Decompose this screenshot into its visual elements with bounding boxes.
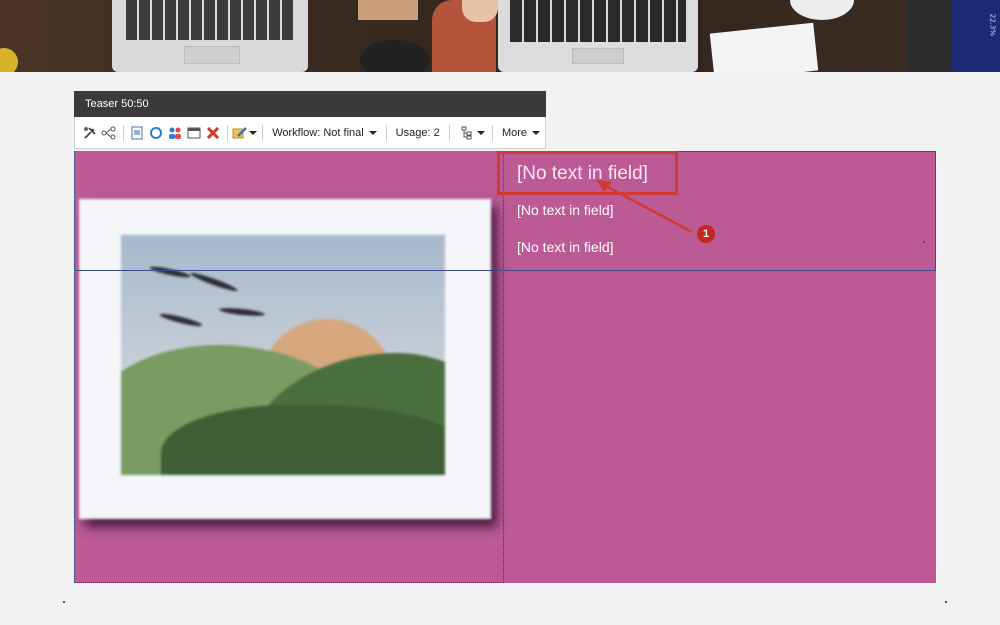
- callout-number-badge: 1: [697, 225, 715, 243]
- callout-arrow: [596, 180, 693, 234]
